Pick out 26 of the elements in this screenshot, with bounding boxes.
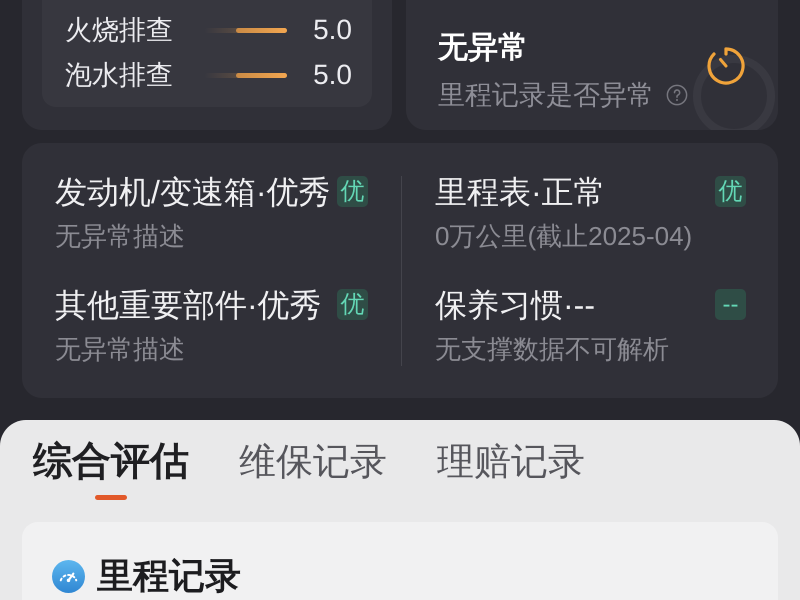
condition-title: 里程表·正常 bbox=[435, 174, 606, 210]
condition-description: 0万公里(截止2025-04) bbox=[435, 221, 694, 251]
status-subtitle: 里程记录是否异常 bbox=[438, 79, 654, 112]
grade-badge: 优 bbox=[715, 176, 746, 207]
timer-icon bbox=[706, 46, 746, 86]
grade-badge: 优 bbox=[337, 176, 368, 207]
score-value: 5.0 bbox=[313, 58, 352, 92]
inspection-label: 火烧排查 bbox=[65, 14, 174, 47]
gauge-icon bbox=[52, 560, 85, 592]
condition-title: 发动机/变速箱·优秀 bbox=[55, 174, 331, 210]
grade-badge: 优 bbox=[337, 289, 368, 320]
condition-title: 保养习惯·-- bbox=[435, 287, 595, 323]
status-title: 无异常 bbox=[438, 30, 528, 66]
condition-description: 无异常描述 bbox=[55, 221, 186, 251]
grade-badge: -- bbox=[715, 289, 746, 320]
condition-title: 其他重要部件·优秀 bbox=[55, 287, 322, 323]
tab-indicator bbox=[95, 495, 127, 500]
tab[interactable]: 维保记录 bbox=[239, 440, 387, 500]
section-title: 里程记录 bbox=[97, 555, 241, 597]
condition-description: 无异常描述 bbox=[55, 334, 186, 364]
tab[interactable]: 综合评估 bbox=[33, 440, 189, 500]
condition-description: 无支撑数据不可解析 bbox=[435, 334, 670, 364]
help-icon[interactable] bbox=[666, 84, 688, 106]
tab[interactable]: 理赔记录 bbox=[437, 440, 585, 500]
score-value: 5.0 bbox=[313, 13, 352, 47]
inspection-label: 泡水排查 bbox=[65, 59, 174, 92]
